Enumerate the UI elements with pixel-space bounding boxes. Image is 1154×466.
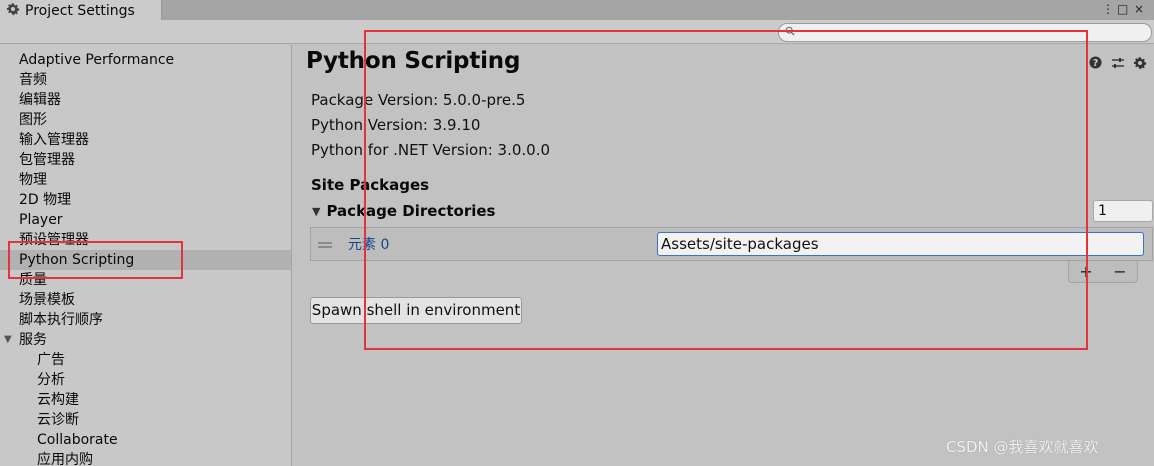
- sidebar-item-label: Collaborate: [37, 432, 118, 448]
- sidebar-item-label: 包管理器: [19, 152, 75, 168]
- gear-icon: [6, 2, 20, 20]
- sidebar-item-label: 广告: [37, 352, 65, 368]
- sidebar-item-label: 云构建: [37, 392, 79, 408]
- fold-down-icon[interactable]: ▼: [312, 205, 320, 218]
- sidebar-item-editor[interactable]: 编辑器: [0, 90, 291, 110]
- sidebar-item-services[interactable]: ▼ 服务: [0, 330, 291, 350]
- highlight-box-sidebar: [8, 241, 183, 279]
- array-size-field[interactable]: 1: [1093, 200, 1153, 222]
- sidebar-item-analytics[interactable]: 分析: [0, 370, 291, 390]
- header-icons: ?: [1088, 55, 1147, 70]
- sidebar-item-package-manager[interactable]: 包管理器: [0, 150, 291, 170]
- sidebar-item-label: 应用内购: [37, 452, 93, 466]
- sidebar-item-collaborate[interactable]: Collaborate: [0, 430, 291, 450]
- sidebar-item-label: 脚本执行顺序: [19, 312, 103, 328]
- maximize-icon[interactable]: □: [1117, 2, 1128, 16]
- sidebar-item-physics-2d[interactable]: 2D 物理: [0, 190, 291, 210]
- sidebar-item-label: 音频: [19, 72, 47, 88]
- sidebar-item-label: 图形: [19, 112, 47, 128]
- sidebar-item-label: Player: [19, 212, 63, 228]
- sidebar-item-adaptive-performance[interactable]: Adaptive Performance: [0, 50, 291, 70]
- sidebar-item-cloud-diagnostics[interactable]: 云诊断: [0, 410, 291, 430]
- remove-element-button[interactable]: −: [1113, 262, 1126, 281]
- help-icon[interactable]: ?: [1088, 55, 1103, 70]
- sidebar-item-label: 输入管理器: [19, 132, 89, 148]
- window-tabstrip: Project Settings ⋮ □ ×: [0, 0, 1154, 21]
- sidebar-item-input-manager[interactable]: 输入管理器: [0, 130, 291, 150]
- sidebar-item-label: 服务: [19, 332, 47, 348]
- settings-gear-icon[interactable]: [1132, 55, 1147, 70]
- sidebar-item-label: 编辑器: [19, 92, 61, 108]
- sidebar-item-graphics[interactable]: 图形: [0, 110, 291, 130]
- sidebar-item-scene-template[interactable]: 场景模板: [0, 290, 291, 310]
- sidebar-item-player[interactable]: Player: [0, 210, 291, 230]
- sidebar-item-label: 云诊断: [37, 412, 79, 428]
- sidebar-item-label: Adaptive Performance: [19, 52, 175, 68]
- sidebar-item-label: 物理: [19, 172, 47, 188]
- sidebar-item-in-app-purchasing[interactable]: 应用内购: [0, 450, 291, 466]
- svg-text:?: ?: [1093, 58, 1098, 69]
- project-settings-tab[interactable]: Project Settings: [0, 0, 162, 21]
- watermark-text: CSDN @我喜欢就喜欢: [946, 438, 1099, 456]
- sidebar-item-physics[interactable]: 物理: [0, 170, 291, 190]
- sidebar-item-audio[interactable]: 音频: [0, 70, 291, 90]
- highlight-box-content: [364, 30, 1088, 350]
- sidebar-item-script-execution-order[interactable]: 脚本执行顺序: [0, 310, 291, 330]
- sidebar-item-label: 分析: [37, 372, 65, 388]
- close-icon[interactable]: ×: [1134, 2, 1144, 16]
- sidebar-item-ads[interactable]: 广告: [0, 350, 291, 370]
- drag-handle-icon[interactable]: [318, 237, 332, 253]
- tab-title: Project Settings: [25, 2, 135, 19]
- sidebar-item-cloud-build[interactable]: 云构建: [0, 390, 291, 410]
- sidebar-item-label: 场景模板: [19, 292, 75, 308]
- more-menu-icon[interactable]: ⋮: [1102, 2, 1114, 16]
- preset-sliders-icon[interactable]: [1110, 55, 1125, 70]
- sidebar-item-label: 2D 物理: [19, 192, 72, 208]
- fold-down-icon[interactable]: ▼: [4, 330, 12, 350]
